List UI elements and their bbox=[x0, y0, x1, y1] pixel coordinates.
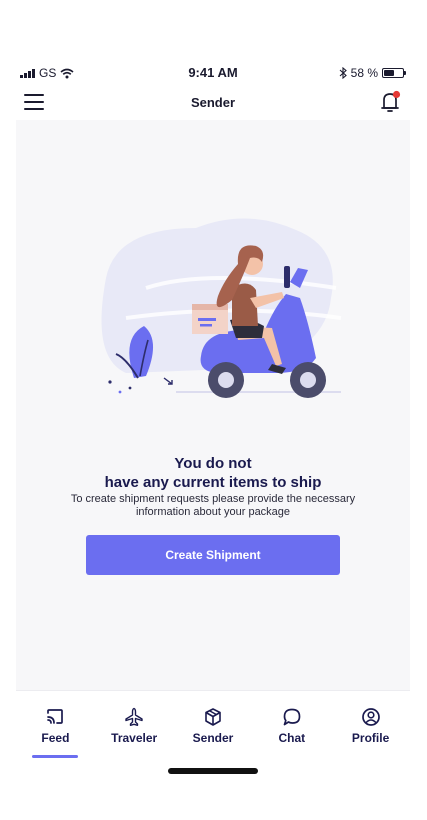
page-title: Sender bbox=[190, 95, 236, 110]
tab-chat[interactable]: Chat bbox=[252, 691, 331, 755]
empty-state-title-line1: You do not bbox=[174, 455, 252, 472]
empty-state-description: To create shipment requests please provi… bbox=[70, 493, 356, 518]
tab-label-profile: Profile bbox=[351, 731, 390, 745]
tab-label-feed: Feed bbox=[41, 731, 70, 745]
tab-label-chat: Chat bbox=[278, 731, 306, 745]
tab-profile[interactable]: Profile bbox=[331, 691, 410, 755]
battery-icon bbox=[382, 68, 406, 78]
scooter-illustration bbox=[101, 218, 342, 398]
bell-icon bbox=[381, 90, 401, 112]
empty-state-title: You do not have any current items to shi… bbox=[16, 454, 410, 492]
package-box-icon bbox=[205, 708, 221, 726]
phone-screen: GS 9:41 AM 58 % Sender You do not have a… bbox=[16, 62, 410, 782]
main-content: You do not have any current items to shi… bbox=[16, 120, 410, 690]
notification-badge bbox=[392, 90, 401, 99]
tab-sender[interactable]: Sender bbox=[174, 691, 253, 755]
status-bar: GS 9:41 AM 58 % bbox=[16, 62, 410, 84]
status-right: 58 % bbox=[339, 66, 406, 80]
bottom-tab-bar: Feed Traveler Sender Chat Profile bbox=[16, 690, 410, 758]
empty-state-title-line2: have any current items to ship bbox=[104, 474, 322, 491]
tab-label-traveler: Traveler bbox=[111, 731, 158, 745]
tab-label-sender: Sender bbox=[192, 731, 234, 745]
create-shipment-button[interactable]: Create Shipment bbox=[86, 535, 340, 575]
notification-button[interactable] bbox=[380, 90, 402, 114]
airplane-icon bbox=[125, 707, 143, 726]
battery-percent: 58 % bbox=[350, 66, 378, 80]
home-indicator bbox=[168, 768, 258, 774]
active-tab-indicator bbox=[32, 755, 79, 758]
bluetooth-icon bbox=[339, 67, 347, 79]
tab-feed[interactable]: Feed bbox=[16, 691, 95, 758]
chat-bubble-icon bbox=[283, 708, 301, 726]
cast-icon bbox=[47, 709, 64, 724]
tab-traveler[interactable]: Traveler bbox=[95, 691, 174, 755]
user-circle-icon bbox=[361, 708, 380, 726]
nav-bar: Sender bbox=[16, 84, 410, 120]
